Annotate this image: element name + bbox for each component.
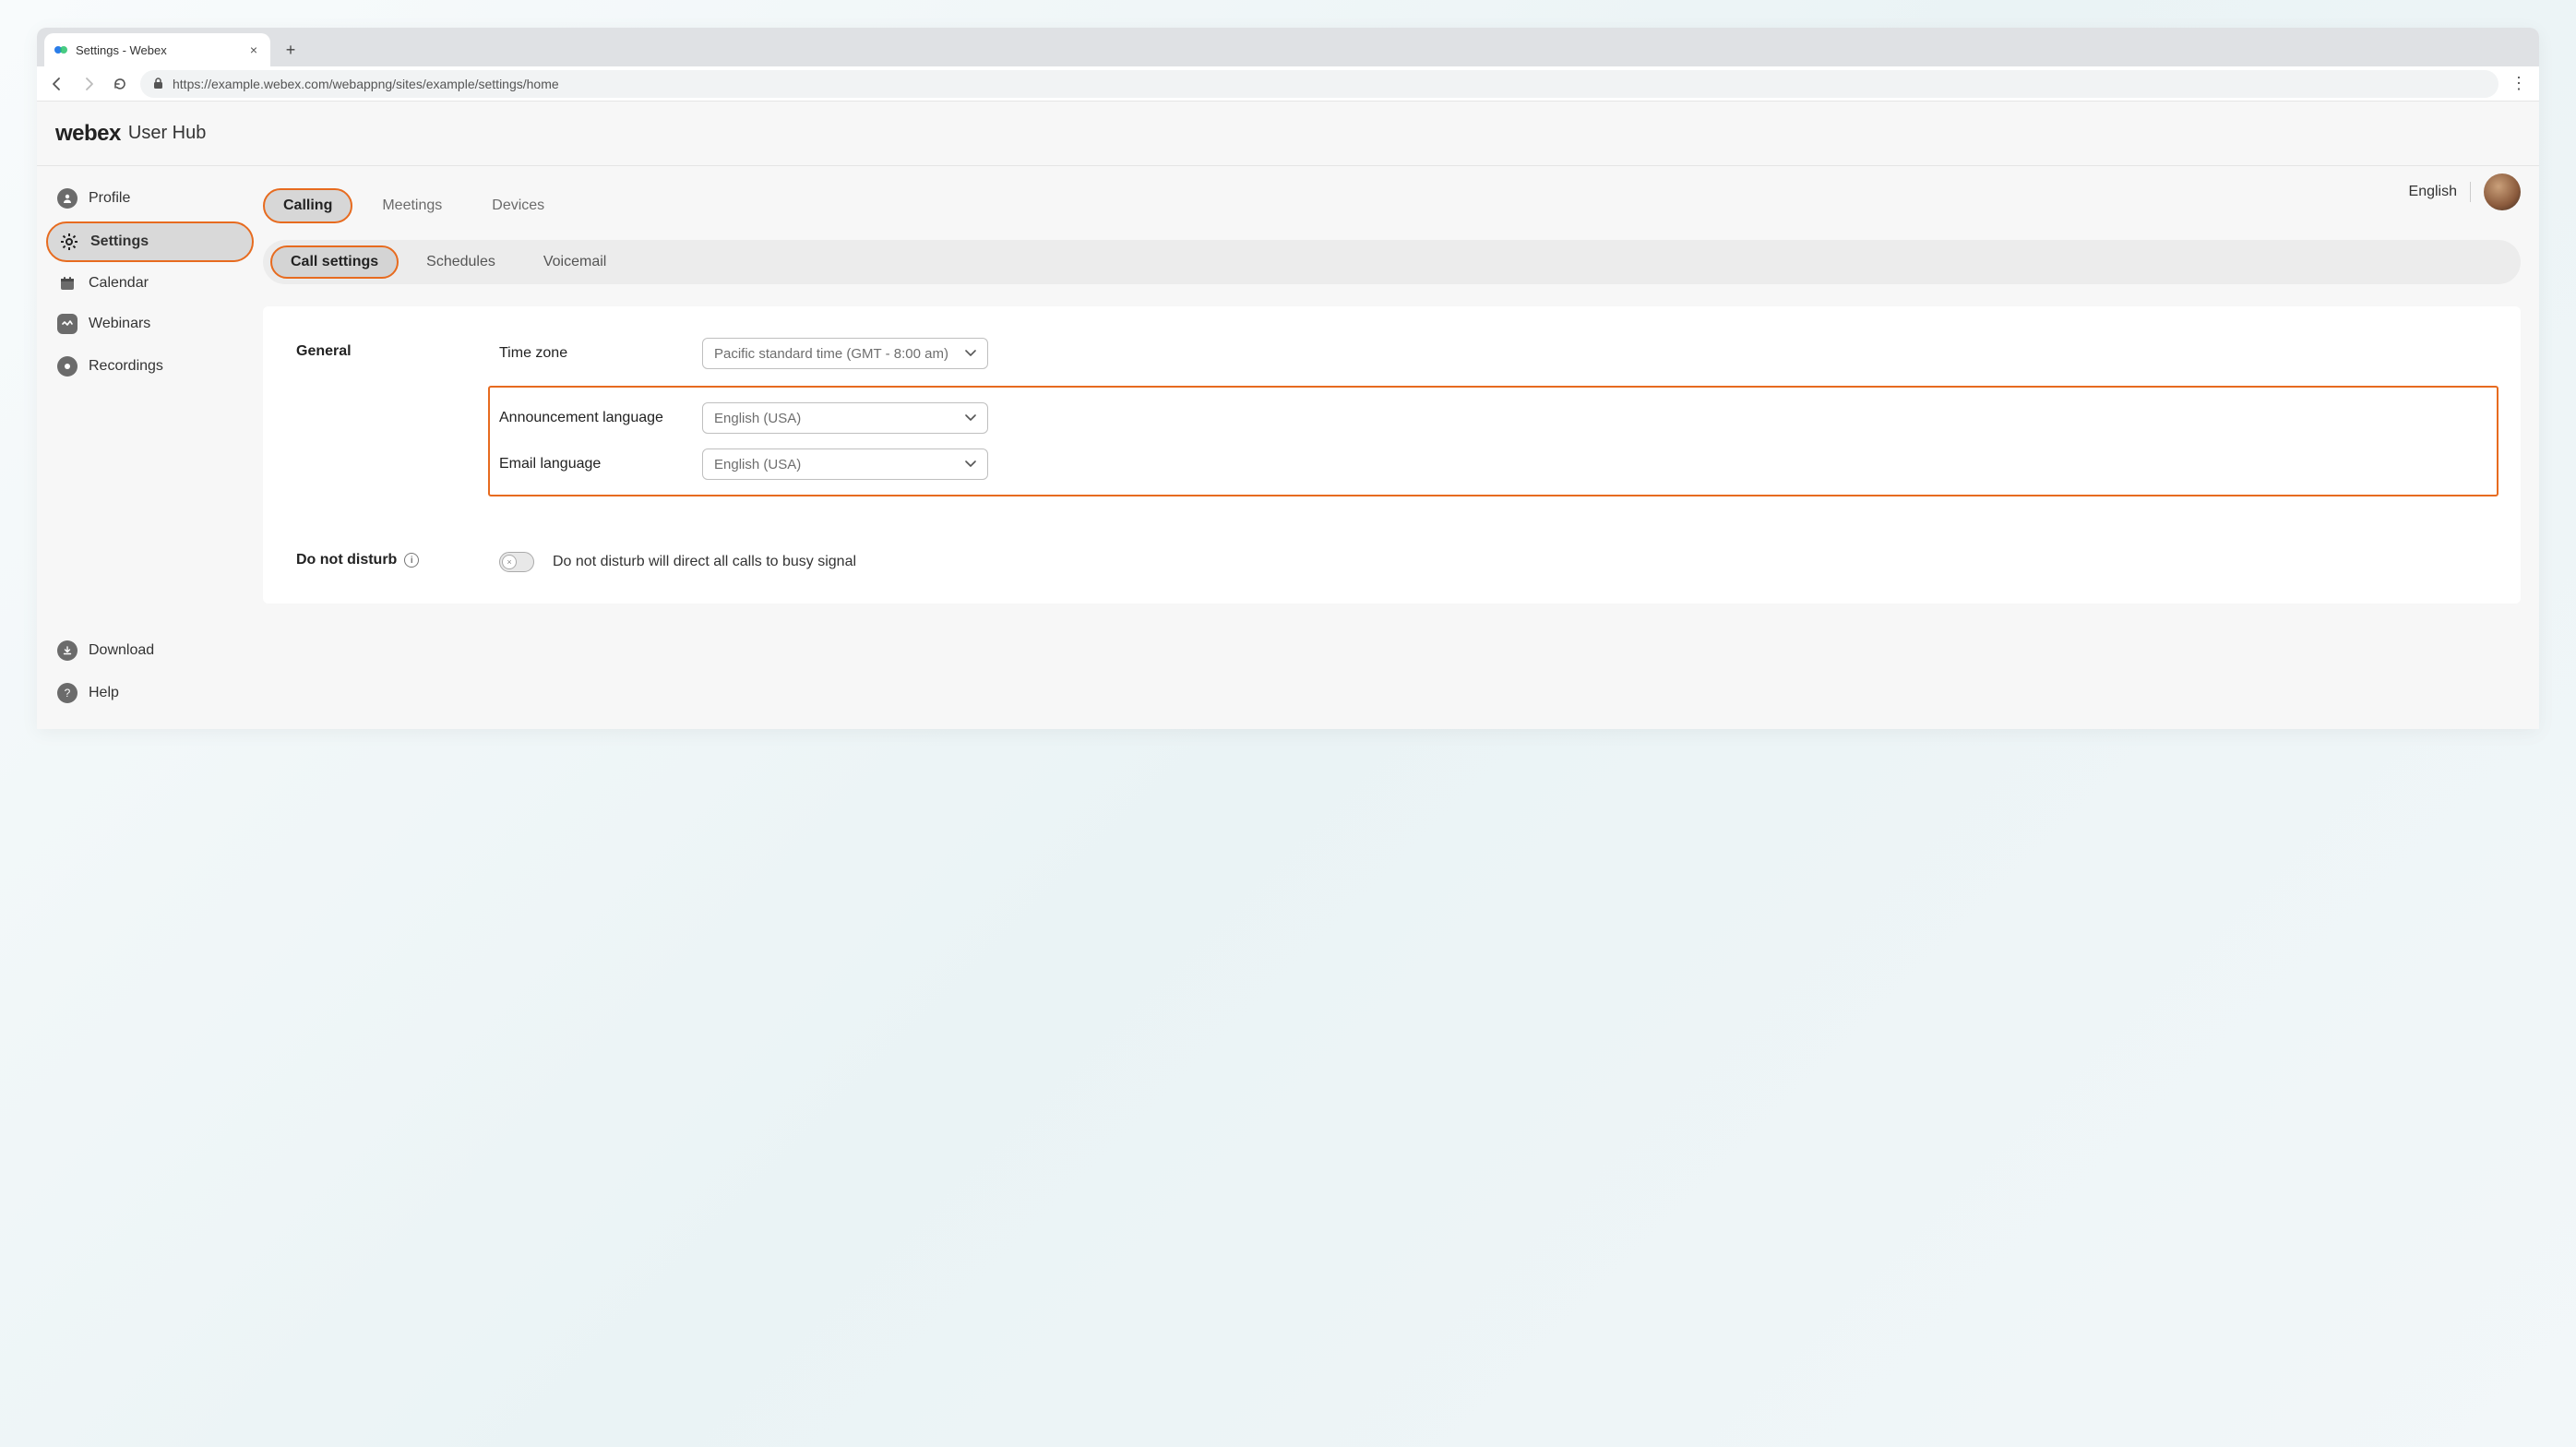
app-header: webex User Hub bbox=[37, 102, 2539, 166]
tab-calling[interactable]: Calling bbox=[263, 188, 352, 223]
announcement-language-value: English (USA) bbox=[714, 411, 801, 426]
sidebar-label: Webinars bbox=[89, 316, 150, 332]
tab-devices[interactable]: Devices bbox=[471, 188, 565, 223]
help-icon: ? bbox=[57, 683, 78, 703]
announcement-language-label: Announcement language bbox=[499, 410, 684, 426]
calendar-icon bbox=[57, 275, 78, 292]
tab-title: Settings - Webex bbox=[76, 43, 239, 57]
browser-menu-icon[interactable]: ⋮ bbox=[2508, 74, 2530, 93]
content: English Calling Meetings Devices Call se… bbox=[263, 166, 2539, 729]
chevron-down-icon bbox=[965, 460, 976, 468]
dnd-toggle[interactable]: × bbox=[499, 552, 534, 572]
sidebar-item-recordings[interactable]: Recordings bbox=[46, 347, 254, 386]
sidebar-item-help[interactable]: ? Help bbox=[46, 674, 254, 712]
address-bar: https://example.webex.com/webappng/sites… bbox=[37, 66, 2539, 102]
lock-icon bbox=[153, 78, 163, 90]
recordings-icon bbox=[57, 356, 78, 377]
app: webex User Hub Profile bbox=[37, 102, 2539, 729]
chevron-down-icon bbox=[965, 350, 976, 357]
toggle-knob: × bbox=[502, 555, 517, 569]
field-announcement-language: Announcement language English (USA) bbox=[499, 402, 2487, 434]
email-language-select[interactable]: English (USA) bbox=[702, 448, 988, 480]
language-selector[interactable]: English bbox=[2409, 184, 2457, 200]
webex-favicon-icon bbox=[54, 42, 68, 57]
tab-call-settings[interactable]: Call settings bbox=[270, 245, 399, 279]
highlight-box: Announcement language English (USA) bbox=[488, 386, 2498, 496]
tab-schedules[interactable]: Schedules bbox=[406, 245, 516, 279]
tab-meetings[interactable]: Meetings bbox=[362, 188, 462, 223]
url-field[interactable]: https://example.webex.com/webappng/sites… bbox=[140, 70, 2498, 98]
field-email-language: Email language English (USA) bbox=[499, 448, 2487, 480]
sidebar: Profile Settings Calendar bbox=[37, 166, 263, 729]
email-language-value: English (USA) bbox=[714, 457, 801, 472]
dnd-toggle-row: × Do not disturb will direct all calls t… bbox=[499, 552, 2487, 572]
section-title-general: General bbox=[296, 338, 481, 360]
announcement-language-select[interactable]: English (USA) bbox=[702, 402, 988, 434]
field-timezone: Time zone Pacific standard time (GMT - 8… bbox=[499, 338, 2487, 369]
settings-panel: General Time zone Pacific standard time … bbox=[263, 306, 2521, 604]
nested-tabs: Call settings Schedules Voicemail bbox=[263, 240, 2521, 284]
forward-button[interactable] bbox=[78, 73, 100, 95]
timezone-label: Time zone bbox=[499, 345, 684, 362]
tab-strip: Settings - Webex × + bbox=[37, 28, 2539, 66]
gear-icon bbox=[59, 233, 79, 251]
chevron-down-icon bbox=[965, 414, 976, 422]
avatar[interactable] bbox=[2484, 173, 2521, 210]
close-tab-icon[interactable]: × bbox=[246, 41, 261, 59]
top-right-controls: English bbox=[2409, 173, 2521, 210]
back-button[interactable] bbox=[46, 73, 68, 95]
profile-icon bbox=[57, 188, 78, 209]
dnd-description: Do not disturb will direct all calls to … bbox=[553, 554, 856, 570]
dnd-title: Do not disturb bbox=[296, 552, 397, 568]
email-language-label: Email language bbox=[499, 456, 684, 472]
sidebar-label: Download bbox=[89, 642, 154, 659]
reload-button[interactable] bbox=[109, 73, 131, 95]
url-text: https://example.webex.com/webappng/sites… bbox=[173, 77, 559, 91]
section-general: General Time zone Pacific standard time … bbox=[296, 338, 2487, 496]
sidebar-item-download[interactable]: Download bbox=[46, 631, 254, 670]
sidebar-item-webinars[interactable]: Webinars bbox=[46, 305, 254, 343]
timezone-value: Pacific standard time (GMT - 8:00 am) bbox=[714, 346, 948, 362]
section-dnd: Do not disturb i × Do not disturb will d… bbox=[296, 552, 2487, 572]
info-icon[interactable]: i bbox=[404, 553, 419, 568]
sidebar-item-profile[interactable]: Profile bbox=[46, 179, 254, 218]
divider bbox=[2470, 182, 2471, 202]
webinars-icon bbox=[57, 314, 78, 334]
primary-tabs: Calling Meetings Devices bbox=[263, 188, 2521, 223]
sidebar-label: Profile bbox=[89, 190, 130, 207]
tab-voicemail[interactable]: Voicemail bbox=[523, 245, 626, 279]
section-title-dnd: Do not disturb i bbox=[296, 552, 481, 568]
new-tab-button[interactable]: + bbox=[278, 37, 304, 63]
timezone-select[interactable]: Pacific standard time (GMT - 8:00 am) bbox=[702, 338, 988, 369]
browser-tab[interactable]: Settings - Webex × bbox=[44, 33, 270, 66]
sidebar-label: Help bbox=[89, 685, 119, 701]
brand-name: webex bbox=[55, 121, 121, 147]
sidebar-label: Settings bbox=[90, 233, 149, 250]
download-icon bbox=[57, 640, 78, 661]
sidebar-item-settings[interactable]: Settings bbox=[46, 221, 254, 262]
brand-sub: User Hub bbox=[128, 123, 206, 144]
sidebar-label: Calendar bbox=[89, 275, 149, 292]
sidebar-label: Recordings bbox=[89, 358, 163, 375]
sidebar-item-calendar[interactable]: Calendar bbox=[46, 266, 254, 301]
browser-window: Settings - Webex × + https://example.web… bbox=[37, 28, 2539, 729]
